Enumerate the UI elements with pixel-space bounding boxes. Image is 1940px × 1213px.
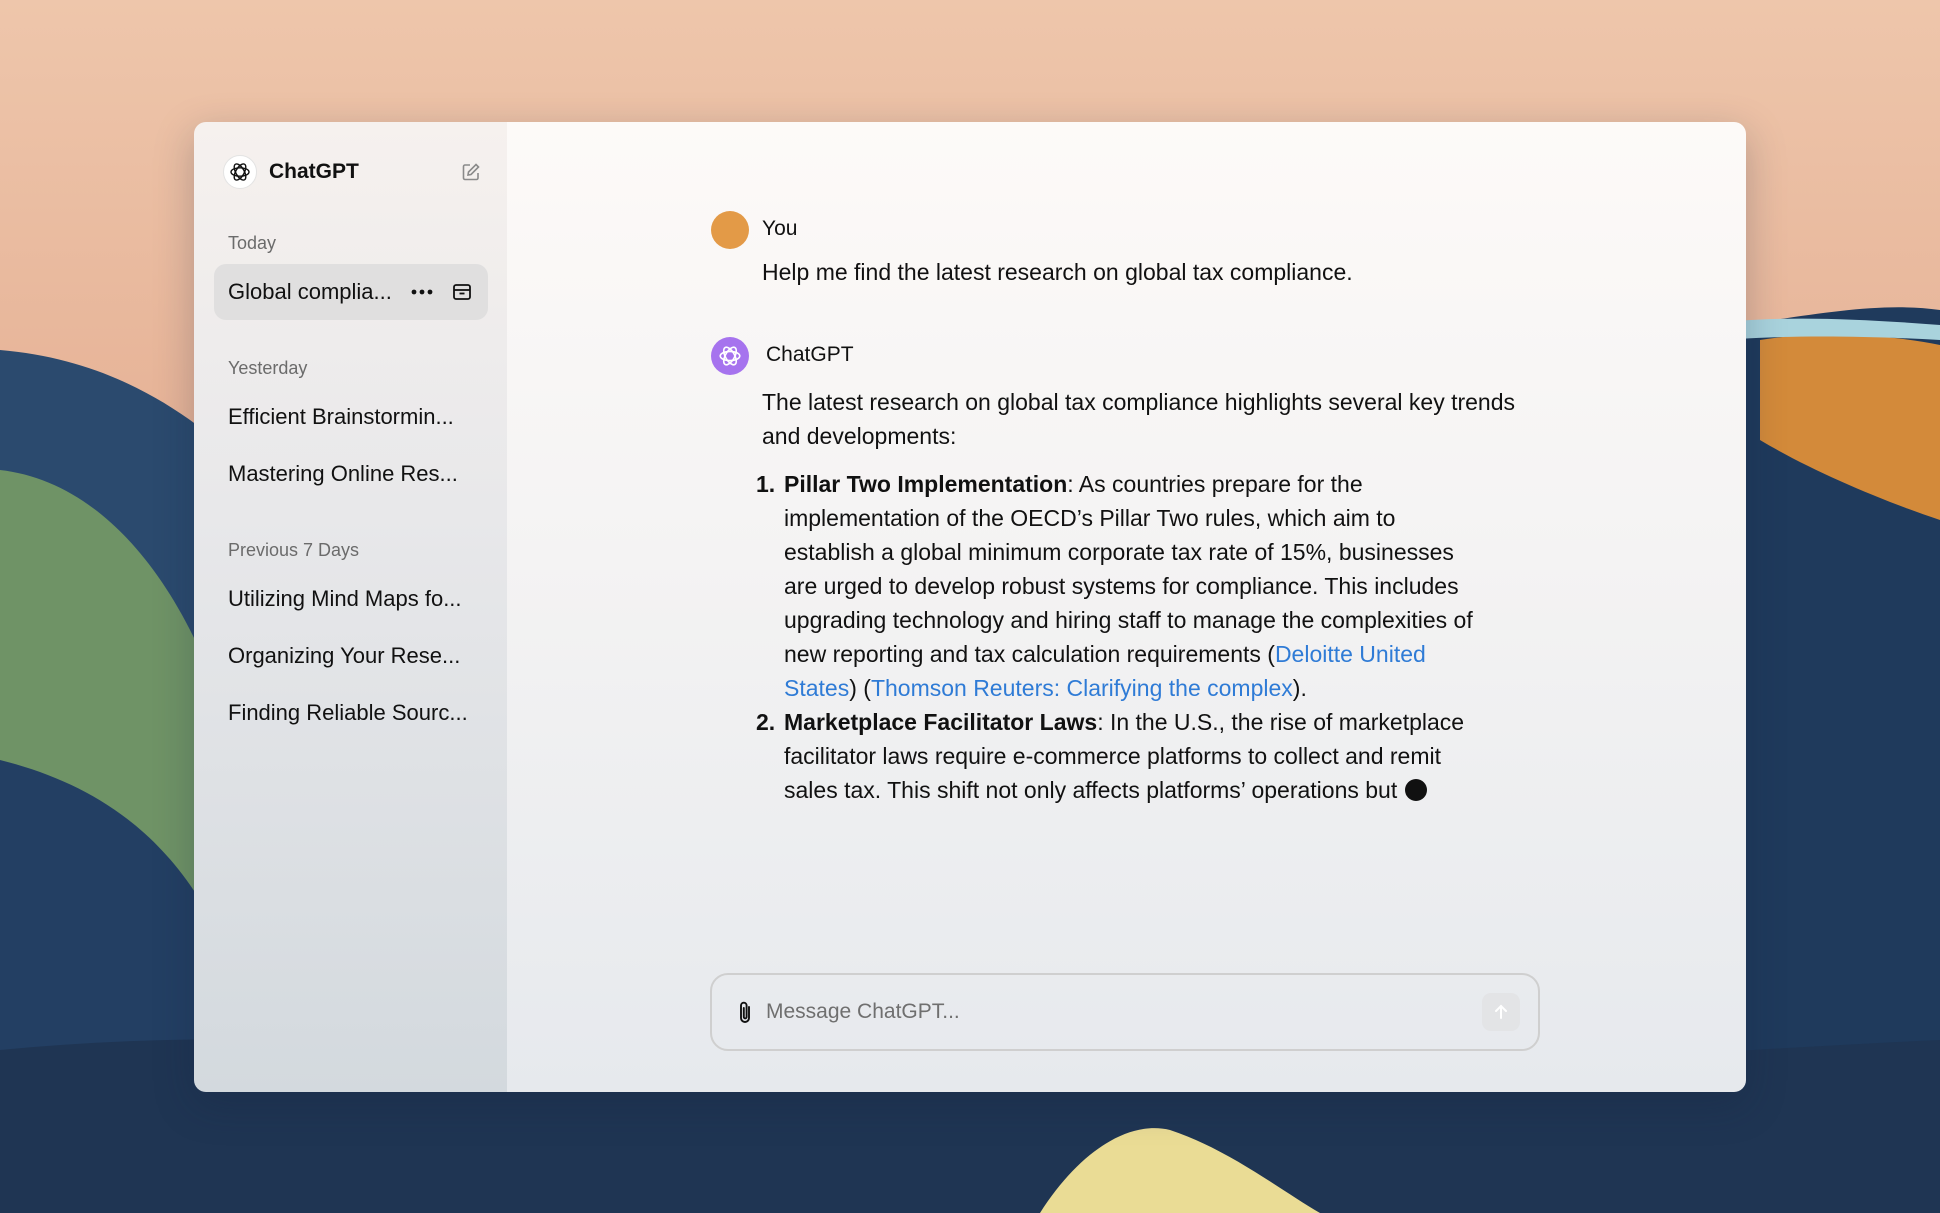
sidebar-item-finding-reliable-sources[interactable]: Finding Reliable Sourc...: [214, 685, 488, 741]
sidebar-item-label: Utilizing Mind Maps fo...: [228, 586, 462, 611]
paperclip-icon[interactable]: [732, 999, 758, 1027]
sidebar-item-mastering-online-research[interactable]: Mastering Online Res...: [214, 446, 488, 502]
sidebar: ChatGPT Today Global complia... Yesterda…: [194, 122, 507, 1092]
assistant-avatar: [711, 337, 749, 375]
openai-logo-icon[interactable]: [223, 155, 257, 189]
list-number: 2.: [756, 709, 776, 735]
point-text: : As countries prepare for the implement…: [784, 471, 1473, 667]
section-heading-previous-7-days: Previous 7 Days: [228, 540, 360, 560]
sidebar-item-label: Efficient Brainstormin...: [228, 404, 454, 429]
point-title: Marketplace Facilitator Laws: [784, 709, 1098, 735]
point-title: Pillar Two Implementation: [784, 471, 1068, 497]
arrow-up-icon: [1495, 1004, 1507, 1019]
assistant-intro: The latest research on global tax compli…: [762, 389, 1516, 449]
assistant-name: ChatGPT: [766, 343, 854, 366]
section-heading-today: Today: [228, 233, 277, 253]
list-item: 2. Marketplace Facilitator Laws: In the …: [748, 705, 1483, 807]
user-name: You: [762, 217, 798, 240]
app-window: ChatGPT Today Global complia... Yesterda…: [194, 122, 1746, 1092]
compose-icon[interactable]: [459, 160, 483, 184]
user-avatar: [711, 211, 749, 249]
app-title: ChatGPT: [269, 160, 359, 183]
user-message: Help me find the latest research on glob…: [762, 259, 1353, 285]
chat-pane: You Help me find the latest research on …: [507, 122, 1746, 1092]
assistant-points-list: 1. Pillar Two Implementation: As countri…: [748, 467, 1483, 807]
send-button[interactable]: [1482, 993, 1520, 1031]
point-text-between: ) (: [849, 675, 871, 701]
sidebar-item-efficient-brainstorming[interactable]: Efficient Brainstormin...: [214, 389, 488, 445]
message-composer: [710, 973, 1540, 1051]
sidebar-item-utilizing-mind-maps[interactable]: Utilizing Mind Maps fo...: [214, 571, 488, 627]
list-number: 1.: [756, 471, 776, 497]
list-item: 1. Pillar Two Implementation: As countri…: [748, 467, 1483, 705]
message-input[interactable]: [766, 989, 1446, 1035]
sidebar-item-actions: [410, 280, 474, 304]
sidebar-item-label: Organizing Your Rese...: [228, 643, 461, 668]
sidebar-item-organizing-research[interactable]: Organizing Your Rese...: [214, 628, 488, 684]
point-text-end: ).: [1292, 675, 1307, 701]
sidebar-header: ChatGPT: [223, 154, 483, 190]
sidebar-item-label: Global complia...: [228, 279, 392, 304]
archive-icon[interactable]: [450, 280, 474, 304]
streaming-cursor-icon: [1405, 779, 1428, 801]
sidebar-item-label: Finding Reliable Sourc...: [228, 700, 468, 725]
section-heading-yesterday: Yesterday: [228, 358, 308, 378]
sidebar-item-label: Mastering Online Res...: [228, 461, 458, 486]
sidebar-item-global-compliance[interactable]: Global complia...: [214, 264, 488, 320]
more-options-icon[interactable]: [410, 280, 434, 304]
source-link-thomson-reuters[interactable]: Thomson Reuters: Clarifying the complex: [871, 675, 1293, 701]
